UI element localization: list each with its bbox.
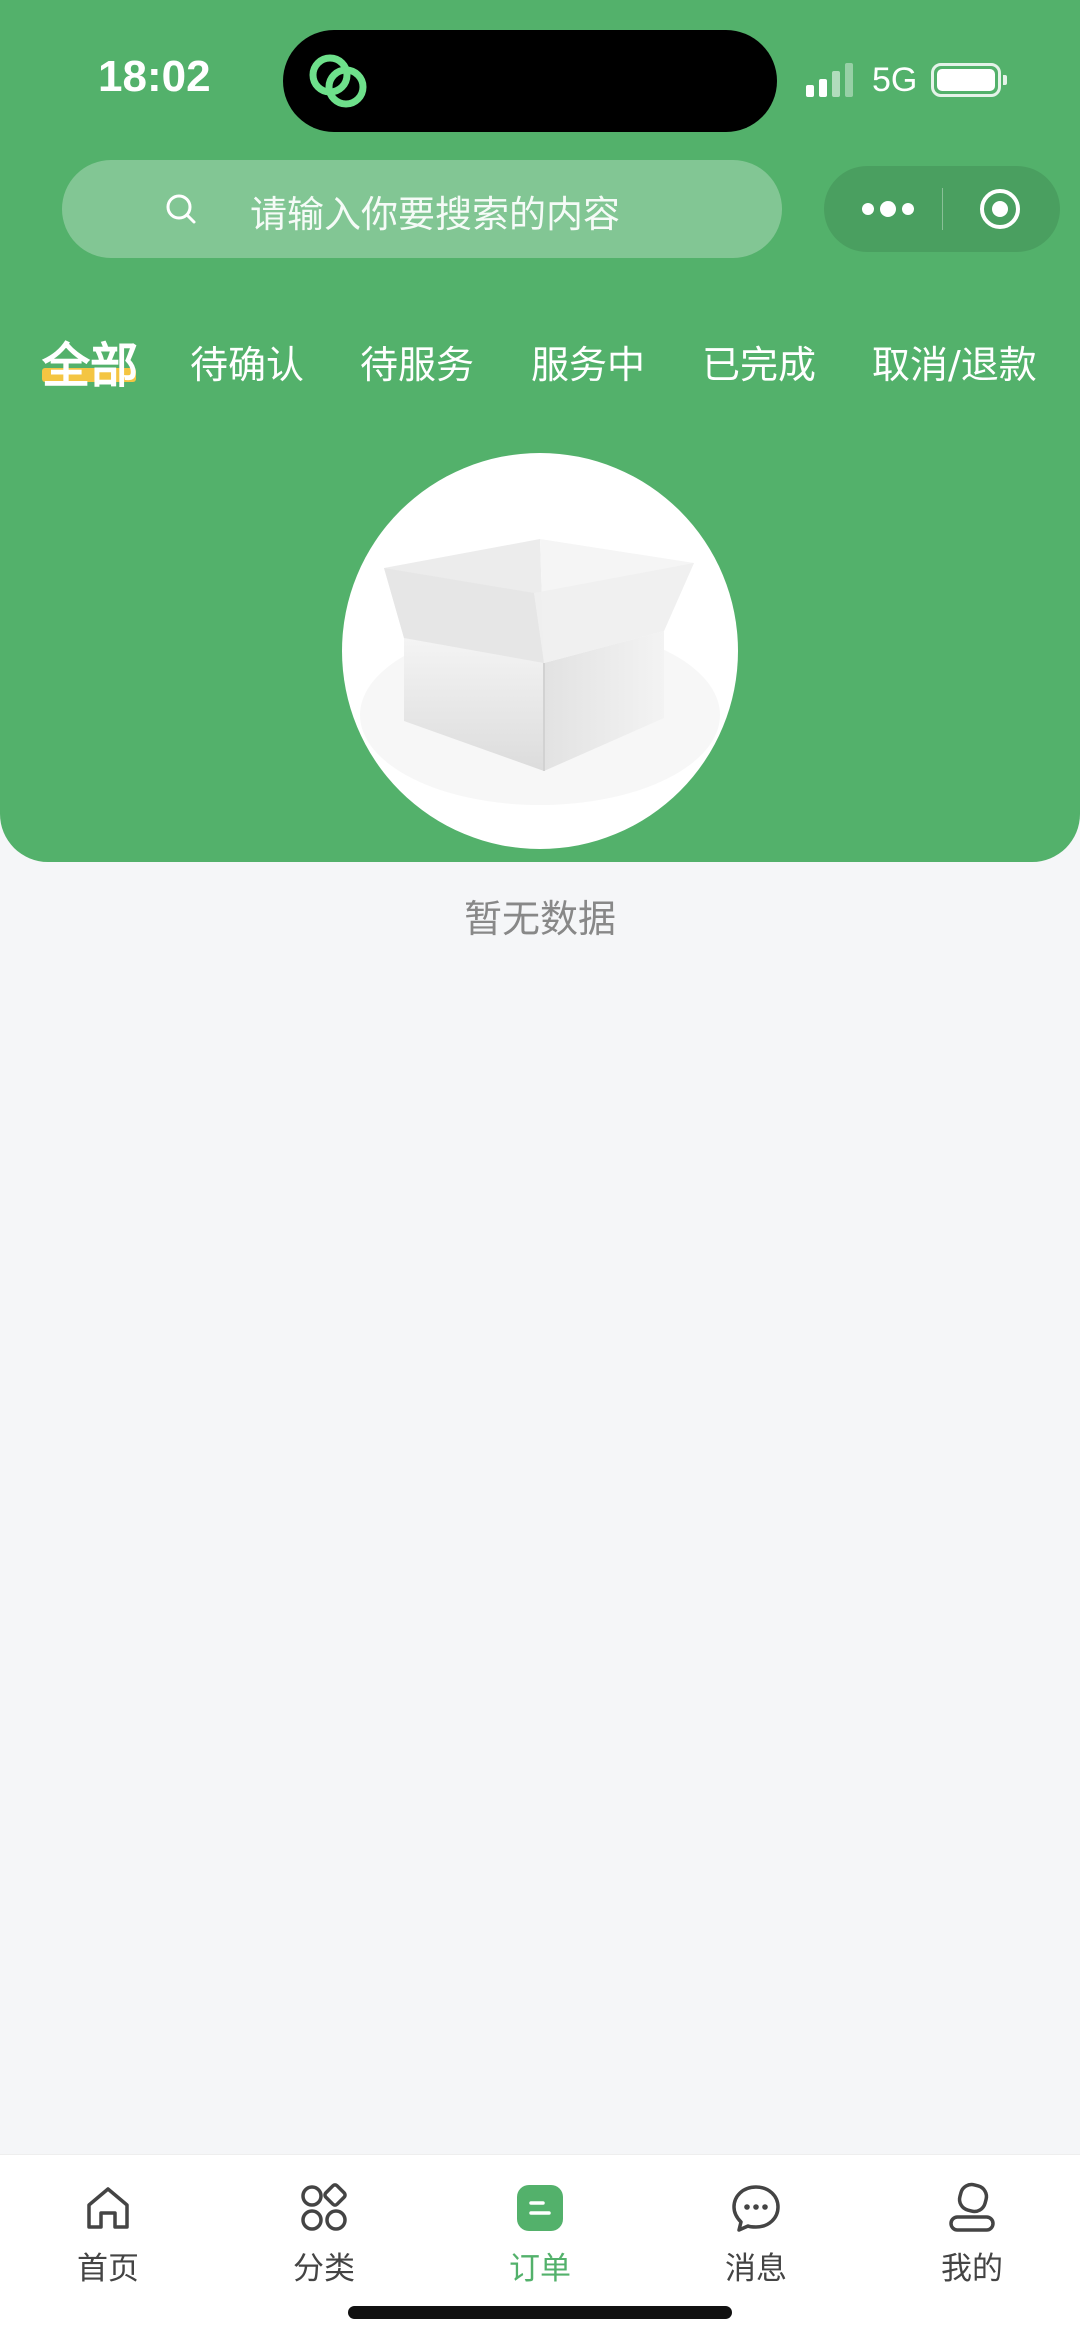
nav-home-label: 首页 xyxy=(77,2251,139,2287)
nav-orders[interactable]: 订单 xyxy=(470,2181,610,2288)
status-indicators: 5G xyxy=(806,60,1008,100)
tab-completed[interactable]: 已完成 xyxy=(702,334,816,389)
nav-category-label: 分类 xyxy=(293,2251,355,2287)
signal-icon xyxy=(806,63,858,97)
search-placeholder: 请输入你要搜索的内容 xyxy=(250,193,620,236)
nav-orders-label: 订单 xyxy=(509,2251,571,2287)
status-time: 18:02 xyxy=(98,52,211,101)
category-icon xyxy=(301,2183,347,2231)
dynamic-island xyxy=(283,30,777,132)
nav-messages[interactable]: 消息 xyxy=(686,2181,826,2288)
close-target-icon[interactable] xyxy=(978,187,1022,231)
profile-icon xyxy=(949,2182,995,2232)
more-dots-icon[interactable] xyxy=(860,200,916,218)
tab-cancel-refund[interactable]: 取消/退款 xyxy=(872,334,1037,389)
home-icon xyxy=(87,2187,129,2229)
network-type: 5G xyxy=(872,60,918,99)
nav-profile[interactable]: 我的 xyxy=(902,2181,1042,2288)
home-indicator xyxy=(348,2306,732,2319)
message-icon xyxy=(732,2185,780,2232)
order-icon xyxy=(517,2185,563,2231)
order-status-tabs: 全部 待确认 待服务 服务中 已完成 取消/退款 xyxy=(0,316,1080,406)
nav-home[interactable]: 首页 xyxy=(38,2181,178,2288)
empty-state-illustration xyxy=(342,453,738,849)
tab-in-service[interactable]: 服务中 xyxy=(531,334,645,389)
capsule-divider xyxy=(942,188,943,230)
search-icon xyxy=(166,194,196,224)
empty-box-icon xyxy=(360,539,720,805)
search-bar[interactable]: 请输入你要搜索的内容 xyxy=(62,160,782,258)
nav-messages-label: 消息 xyxy=(725,2251,787,2287)
nav-category[interactable]: 分类 xyxy=(254,2181,394,2288)
miniprogram-capsule xyxy=(824,166,1060,252)
empty-state-text: 暂无数据 xyxy=(463,897,616,941)
tab-all[interactable]: 全部 xyxy=(42,326,138,396)
tab-pending-service[interactable]: 待服务 xyxy=(360,334,474,389)
battery-icon xyxy=(931,63,1008,97)
tab-pending-confirm[interactable]: 待确认 xyxy=(190,334,304,389)
nav-profile-label: 我的 xyxy=(941,2251,1003,2287)
app-logo-icon xyxy=(309,54,367,108)
